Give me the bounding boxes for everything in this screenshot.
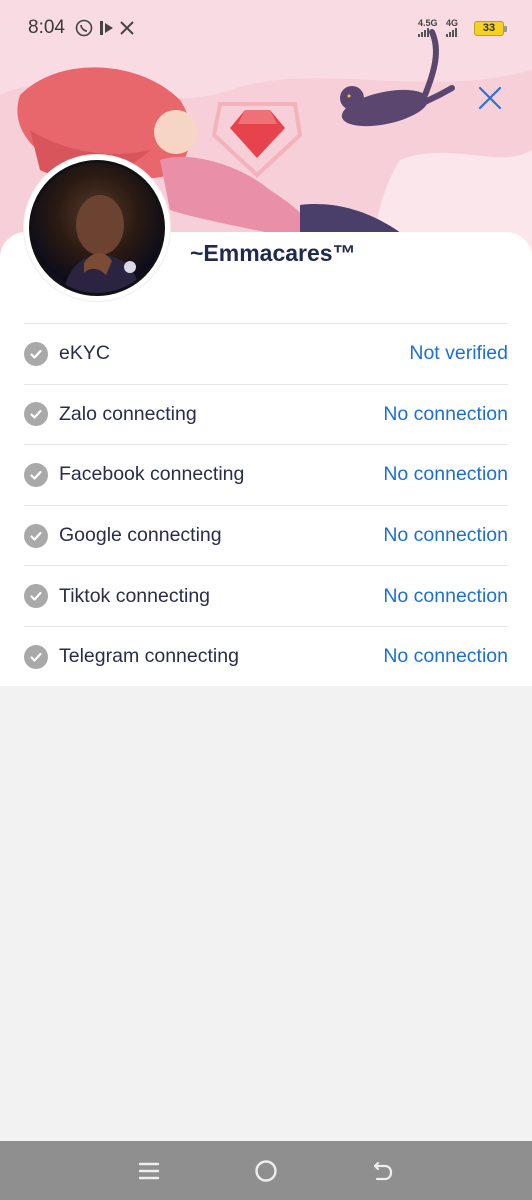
status-link[interactable]: No connection (383, 585, 508, 608)
back-icon (374, 1161, 393, 1180)
system-navigation-bar (0, 1141, 532, 1200)
list-item-label: Google connecting (59, 524, 222, 547)
network-4g-label: 4G (446, 18, 459, 28)
menu-button[interactable] (129, 1151, 169, 1191)
media-play-icon (97, 19, 115, 37)
status-right: 4.5G 4G 33 (418, 19, 507, 37)
x-icon (119, 20, 135, 36)
status-link[interactable]: Not verified (409, 342, 508, 365)
menu-icon (138, 1162, 159, 1179)
screen: 8:04 4.5G 4G 33 ~Emmacares™ eKYC Not ver… (0, 0, 532, 1200)
check-circle-icon (24, 523, 48, 548)
connections-list: eKYC Not verified Zalo connecting No con… (24, 323, 508, 687)
profile-username: ~Emmacares™ (190, 240, 356, 266)
check-circle-icon (24, 341, 48, 366)
list-item-label: Zalo connecting (59, 402, 197, 425)
home-circle-icon (255, 1159, 277, 1182)
list-item-label: Facebook connecting (59, 463, 245, 486)
check-circle-icon (24, 644, 48, 669)
network-4-5g-label: 4.5G (418, 18, 438, 28)
list-item-telegram[interactable]: Telegram connecting No connection (24, 625, 508, 687)
check-circle-icon (24, 462, 48, 487)
status-time: 8:04 (28, 17, 65, 38)
network-4-5g-indicator: 4.5G (418, 19, 438, 37)
list-item-label: eKYC (59, 342, 110, 365)
status-link[interactable]: No connection (383, 463, 508, 486)
signal-bars-icon (446, 28, 457, 37)
list-item-zalo[interactable]: Zalo connecting No connection (24, 383, 508, 445)
close-icon (478, 86, 502, 110)
network-4g-indicator: 4G (446, 19, 466, 37)
status-link[interactable]: No connection (383, 403, 508, 426)
whatsapp-icon (75, 19, 93, 37)
check-circle-icon (24, 402, 48, 427)
status-link[interactable]: No connection (383, 645, 508, 668)
check-circle-icon (24, 584, 48, 609)
list-item-facebook[interactable]: Facebook connecting No connection (24, 444, 508, 505)
home-button[interactable] (246, 1151, 286, 1191)
status-link[interactable]: No connection (383, 524, 508, 547)
status-bar: 8:04 4.5G 4G 33 (0, 0, 532, 56)
signal-bars-icon (418, 28, 429, 37)
avatar-image (29, 160, 165, 296)
list-item-ekyc[interactable]: eKYC Not verified (24, 323, 508, 384)
close-button[interactable] (474, 82, 506, 114)
list-item-label: Telegram connecting (59, 645, 239, 668)
battery-indicator: 33 (474, 20, 507, 36)
avatar[interactable] (24, 155, 170, 301)
list-item-label: Tiktok connecting (59, 584, 211, 607)
back-button[interactable] (363, 1151, 403, 1191)
list-item-tiktok[interactable]: Tiktok connecting No connection (24, 565, 508, 626)
list-item-google[interactable]: Google connecting No connection (24, 504, 508, 566)
